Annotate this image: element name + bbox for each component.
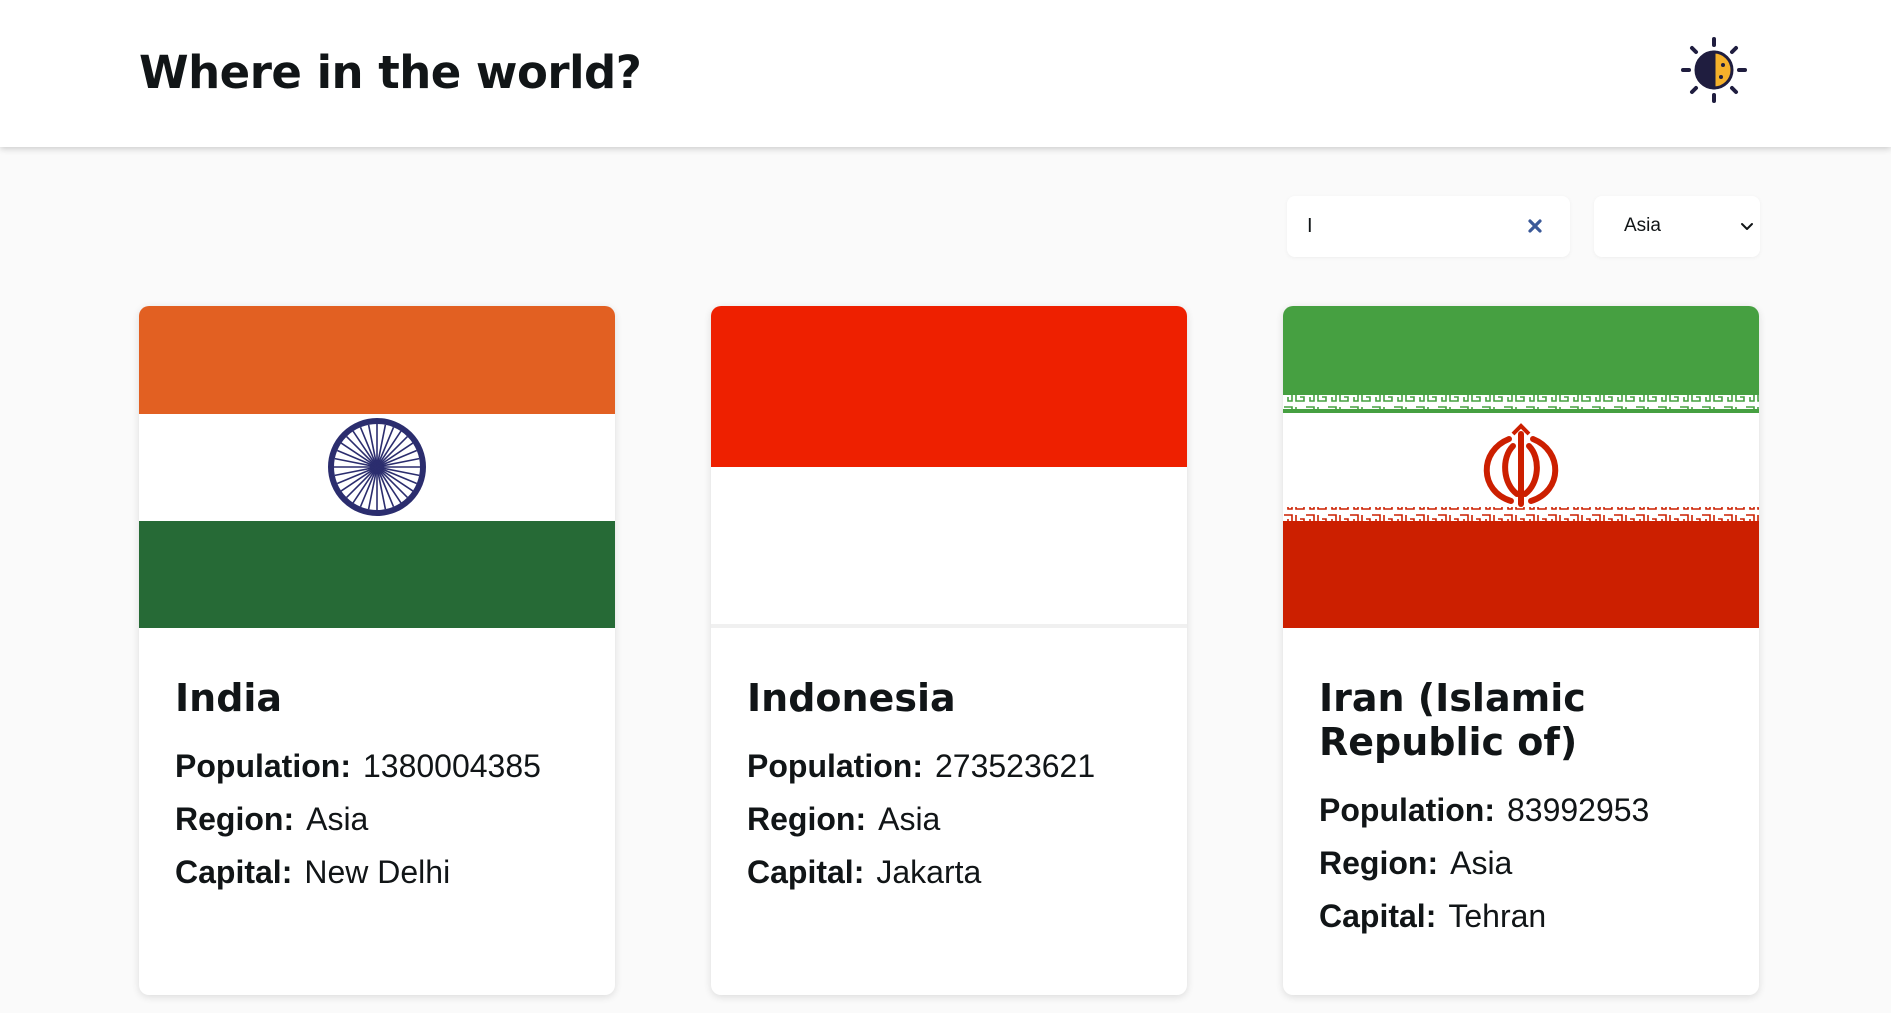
population-label: Population:: [747, 748, 923, 784]
capital-row: Capital: Jakarta: [747, 846, 1167, 899]
country-name: Indonesia: [747, 676, 956, 720]
card-body: India Population: 1380004385 Region: Asia …: [175, 676, 595, 899]
country-name: Iran (Islamic Republic of): [1319, 676, 1586, 764]
population-label: Population:: [175, 748, 351, 784]
india-flag: [139, 306, 615, 628]
app-header: Where in the world?: [0, 0, 1891, 147]
region-value: Asia: [1450, 845, 1513, 881]
country-card-iran[interactable]: Iran (Islamic Republic of) Population: 83…: [1283, 306, 1759, 995]
region-row: Region: Asia: [175, 793, 595, 846]
population-row: Population: 1380004385: [175, 740, 595, 793]
capital-label: Capital:: [747, 854, 865, 890]
capital-value: New Delhi: [304, 854, 451, 890]
country-name: India: [175, 676, 283, 720]
region-select-value: Asia: [1624, 215, 1661, 236]
region-value: Asia: [878, 801, 941, 837]
population-value: 1380004385: [362, 748, 541, 784]
clear-search-button[interactable]: [1522, 213, 1548, 239]
population-row: Population: 83992953: [1319, 784, 1739, 837]
indonesia-flag: [711, 306, 1187, 628]
chevron-down-icon: [1741, 223, 1753, 230]
search-input[interactable]: [1307, 206, 1527, 247]
region-value: Asia: [306, 801, 369, 837]
capital-label: Capital:: [175, 854, 293, 890]
region-filter-select[interactable]: Asia: [1594, 196, 1760, 257]
country-card-india[interactable]: India Population: 1380004385 Region: Asia …: [139, 306, 615, 995]
sun-moon-icon: [1681, 37, 1747, 103]
region-label: Region:: [747, 801, 867, 837]
iran-flag: [1283, 306, 1759, 628]
theme-toggle-button[interactable]: [1679, 35, 1749, 105]
capital-row: Capital: New Delhi: [175, 846, 595, 899]
card-body: Iran (Islamic Republic of) Population: 83…: [1319, 676, 1739, 943]
region-label: Region:: [175, 801, 295, 837]
population-label: Population:: [1319, 792, 1495, 828]
population-value: 273523621: [934, 748, 1096, 784]
region-row: Region: Asia: [1319, 837, 1739, 890]
capital-value: Jakarta: [876, 854, 982, 890]
region-row: Region: Asia: [747, 793, 1167, 846]
close-icon: [1528, 219, 1542, 233]
population-row: Population: 273523621: [747, 740, 1167, 793]
card-body: Indonesia Population: 273523621 Region: As…: [747, 676, 1167, 899]
capital-row: Capital: Tehran: [1319, 890, 1739, 943]
population-value: 83992953: [1506, 792, 1650, 828]
country-card-indonesia[interactable]: Indonesia Population: 273523621 Region: As…: [711, 306, 1187, 995]
capital-label: Capital:: [1319, 898, 1437, 934]
capital-value: Tehran: [1448, 898, 1547, 934]
region-label: Region:: [1319, 845, 1439, 881]
page-title: Where in the world?: [139, 46, 642, 99]
